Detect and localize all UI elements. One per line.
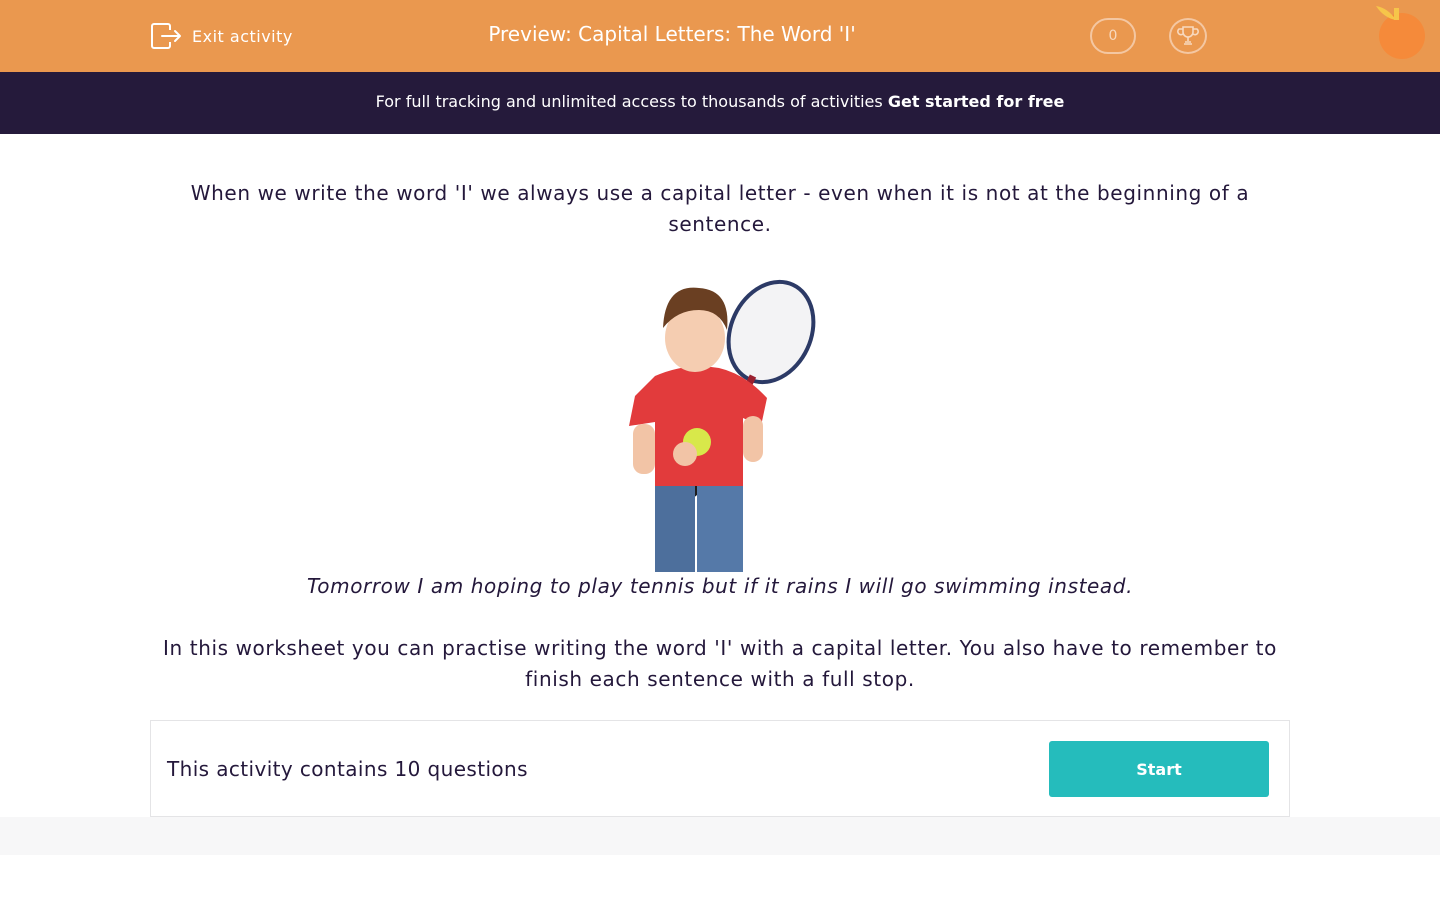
score-counter: 0 [1090, 18, 1136, 54]
promo-text: For full tracking and unlimited access t… [375, 92, 888, 111]
page-title: Preview: Capital Letters: The Word 'I' [488, 22, 856, 46]
top-bar: Exit activity Preview: Capital Letters: … [0, 0, 1440, 72]
promo-banner: For full tracking and unlimited access t… [0, 72, 1440, 134]
orange-logo-icon [1376, 6, 1425, 59]
activity-card: This activity contains 10 questions Star… [150, 720, 1290, 817]
example-sentence: Tomorrow I am hoping to play tennis but … [306, 574, 1134, 598]
question-count-text: This activity contains 10 questions [167, 757, 528, 781]
start-button[interactable]: Start [1049, 741, 1269, 797]
trophy-icon [1177, 26, 1199, 45]
intro-text: When we write the word 'I' we always use… [190, 181, 1250, 236]
explanation-text: In this worksheet you can practise writi… [163, 636, 1277, 691]
boy-with-tennis-racket-image [629, 279, 816, 572]
footer-strip [0, 817, 1440, 855]
get-started-link[interactable]: Get started for free [888, 92, 1065, 111]
trophy-button[interactable] [1169, 18, 1207, 54]
